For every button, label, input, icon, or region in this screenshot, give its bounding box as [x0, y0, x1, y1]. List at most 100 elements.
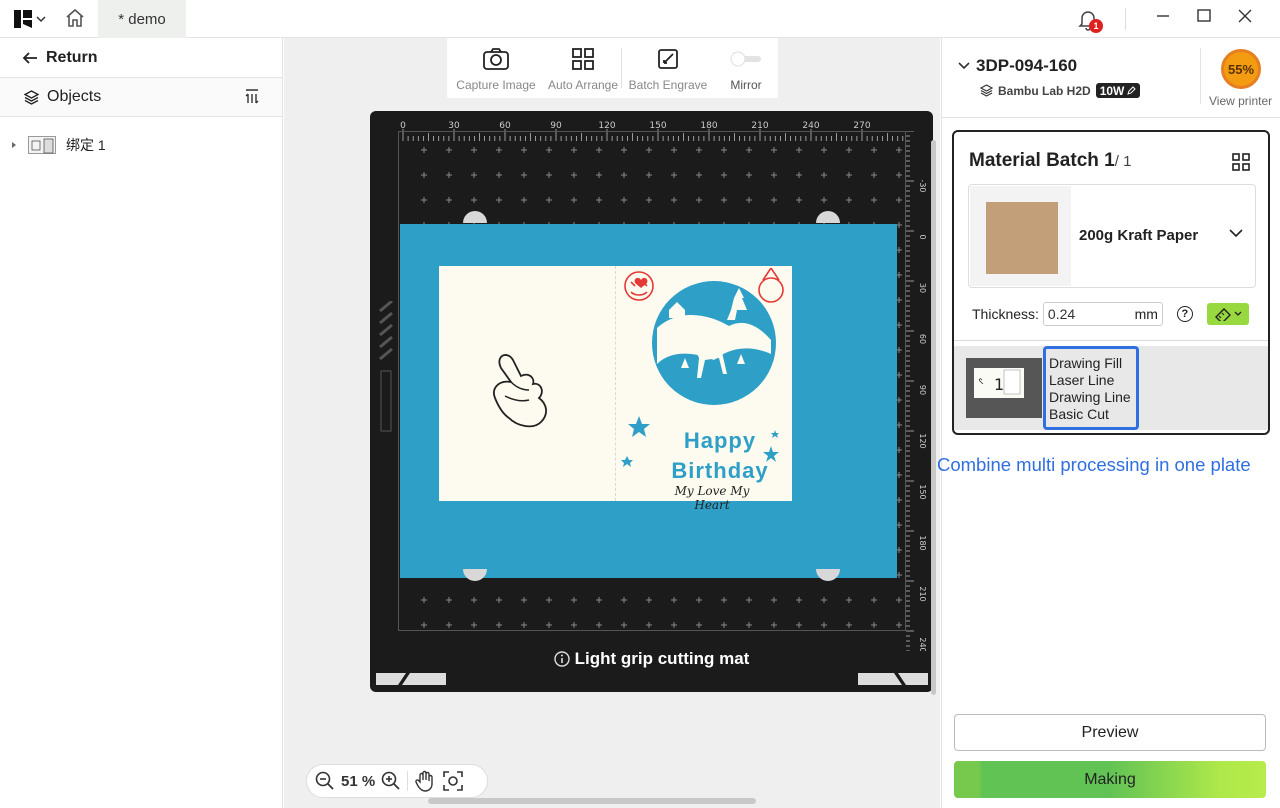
ruler-tick-label: 60: [499, 121, 511, 131]
svg-text:1: 1: [994, 375, 1004, 394]
ruler-right: -300306090120150180210240: [906, 131, 927, 651]
title-bar: * demo 1: [0, 0, 1280, 38]
printer-model-row: Bambu Lab H2D 10W: [980, 83, 1141, 98]
ruler-tick-label: 30: [918, 283, 927, 293]
printer-progress-ring[interactable]: 55%: [1221, 49, 1261, 89]
process-list: Drawing Fill Laser Line Drawing Line Bas…: [1043, 346, 1139, 430]
canvas-scrollbar-vertical[interactable]: [931, 140, 936, 695]
canvas-scrollbar-horizontal[interactable]: [428, 798, 756, 804]
view-printer-link[interactable]: View printer: [1209, 94, 1272, 108]
notification-badge: 1: [1089, 19, 1103, 33]
toggle-switch-icon: [730, 51, 761, 67]
card-text-happy: Happy: [683, 428, 757, 453]
batch-count: / 1: [1114, 153, 1132, 170]
making-button[interactable]: Making: [954, 761, 1266, 798]
printer-name-label: 3DP-094-160: [976, 56, 1078, 75]
ruler-tick-label: 210: [918, 586, 927, 601]
objects-panel: Return Objects 绑定 1: [0, 38, 283, 808]
capture-image-button[interactable]: Capture Image: [447, 38, 545, 98]
zoom-divider: [407, 771, 409, 791]
ruler-tick-label: -30: [918, 179, 927, 192]
ruler-tick-label: 180: [700, 121, 717, 131]
divider: [1125, 8, 1126, 30]
app-logo-menu[interactable]: [14, 10, 46, 28]
expand-arrow-icon[interactable]: [10, 141, 18, 149]
capture-label: Capture Image: [456, 78, 536, 92]
arrow-left-icon: [22, 51, 37, 64]
batch-engrave-label: Batch Engrave: [628, 78, 708, 92]
chevron-down-icon: [36, 16, 46, 23]
chevron-down-icon: [1234, 311, 1242, 316]
printer-header: 3DP-094-160 Bambu Lab H2D 10W 55% View p…: [942, 38, 1280, 118]
mat-side-marker: [379, 301, 393, 432]
minimize-button[interactable]: [1150, 6, 1176, 28]
mat-type-label: Light grip cutting mat: [370, 649, 933, 669]
grid-view-icon[interactable]: [1232, 153, 1250, 171]
fit-view-icon[interactable]: [442, 770, 464, 792]
printer-model-label: Bambu Lab H2D: [998, 83, 1091, 98]
process-item: Laser Line: [1049, 372, 1115, 388]
ruler-tick-label: 0: [918, 234, 927, 239]
pan-hand-icon[interactable]: [414, 770, 436, 792]
chevron-down-icon: [1229, 229, 1243, 238]
tree-item-label: 绑定 1: [66, 137, 106, 153]
help-icon[interactable]: ?: [1176, 306, 1193, 322]
card-text-birthday: Birthday: [671, 458, 769, 483]
tree-item[interactable]: 绑定 1: [0, 117, 282, 173]
auto-arrange-button[interactable]: Auto Arrange: [545, 38, 621, 98]
tab-demo[interactable]: * demo: [98, 0, 186, 38]
app-logo-icon: [14, 10, 32, 28]
ruler-tick-label: 30: [448, 121, 460, 131]
objects-label: Objects: [47, 88, 102, 105]
mirror-label: Mirror: [730, 78, 762, 92]
annotation-caption: Combine multi processing in one plate: [937, 454, 1251, 475]
preview-button[interactable]: Preview: [954, 714, 1266, 751]
thickness-value: 0.24: [1047, 306, 1076, 322]
zoom-out-icon[interactable]: [315, 771, 335, 791]
thickness-row: Thickness: 0.24 mm ?: [972, 302, 1249, 326]
engrave-icon: [658, 49, 678, 69]
home-button[interactable]: [64, 7, 88, 31]
header-divider: [1200, 48, 1201, 104]
zoom-in-icon[interactable]: [381, 771, 401, 791]
plate-item[interactable]: 1 Drawing Fill Laser Line Drawing Line B…: [954, 346, 1268, 430]
sort-icon: [245, 89, 259, 104]
info-icon: [553, 651, 570, 667]
properties-panel: 3DP-094-160 Bambu Lab H2D 10W 55% View p…: [941, 38, 1280, 808]
batch-engrave-button[interactable]: Batch Engrave: [622, 38, 714, 98]
mirror-toggle[interactable]: Mirror: [714, 38, 778, 98]
material-batch-card: Material Batch 1/ 1 200g Kraft Paper Thi…: [952, 130, 1270, 435]
mat-type-text: Light grip cutting mat: [574, 649, 750, 668]
thickness-label: Thickness:: [972, 306, 1039, 322]
objects-header: Objects: [0, 78, 282, 117]
ruler-tick-label: 150: [649, 121, 666, 131]
birthday-card-design[interactable]: Happy Birthday My Love My Heart: [439, 266, 792, 512]
laser-power-badge[interactable]: 10W: [1095, 83, 1141, 98]
fold-line: [615, 266, 616, 501]
layers-icon: [980, 84, 993, 97]
ruler-tick-label: 0: [400, 121, 406, 131]
auto-arrange-label: Auto Arrange: [547, 78, 619, 92]
card-text-script: My Love My Heart: [674, 484, 750, 512]
thickness-input[interactable]: 0.24 mm: [1042, 302, 1163, 326]
material-selector[interactable]: 200g Kraft Paper: [968, 184, 1256, 288]
sort-filter-button[interactable]: [244, 88, 260, 109]
laser-power-value: 10W: [1099, 83, 1125, 98]
material-name: 200g Kraft Paper: [1079, 227, 1199, 244]
return-label: Return: [46, 48, 98, 66]
maximize-button[interactable]: [1191, 6, 1217, 28]
ruler-tick-label: 120: [598, 121, 615, 131]
batch-title-text: Material Batch 1: [969, 150, 1115, 171]
ruler-tick-label: 60: [918, 334, 927, 344]
batch-title: Material Batch 1/ 1: [969, 150, 1131, 172]
minimize-icon: [1157, 15, 1169, 17]
mat-foot-marker: [858, 673, 928, 685]
measure-thickness-button[interactable]: [1206, 303, 1249, 325]
plate-thumbnail: 1: [966, 358, 1042, 418]
printer-selector[interactable]: 3DP-094-160: [958, 56, 1077, 76]
close-button[interactable]: [1232, 6, 1258, 28]
finger-heart-drawing: [493, 354, 547, 428]
canvas-toolbar: Capture Image Auto Arrange Batch Engrave…: [447, 38, 778, 98]
ruler-tick-label: 270: [853, 121, 870, 131]
return-button[interactable]: Return: [0, 38, 282, 78]
